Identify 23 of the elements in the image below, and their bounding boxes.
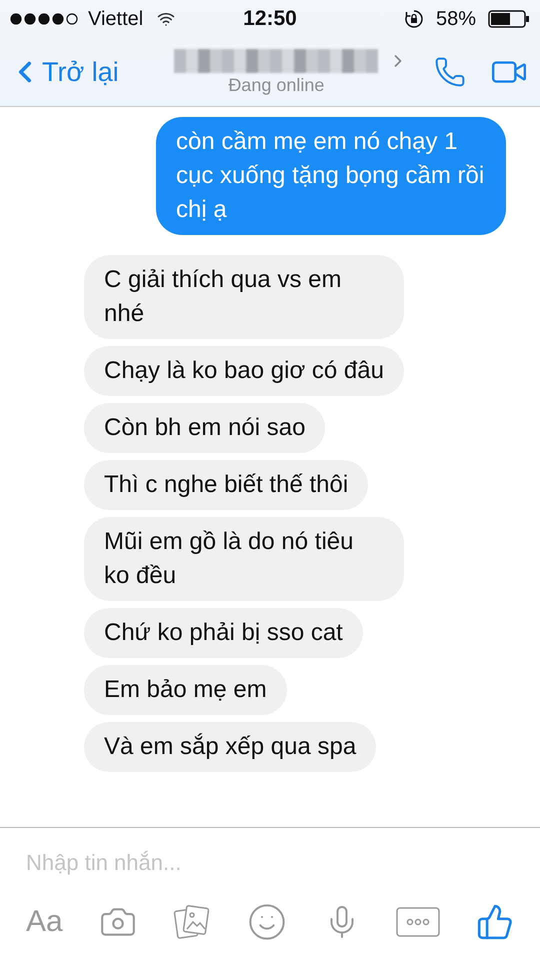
like-button[interactable] <box>476 903 514 941</box>
carrier-name: Viettel <box>88 8 144 30</box>
received-message: Còn bh em nói sao <box>84 403 326 453</box>
back-link[interactable]: Trở lại <box>8 55 119 89</box>
gallery-button[interactable] <box>173 903 212 941</box>
more-button[interactable] <box>396 907 440 937</box>
wifi-icon <box>157 10 176 28</box>
received-message: Chạy là ko bao giơ có đâu <box>84 346 404 396</box>
sent-message: còn cầm mẹ em nó chạy 1 cục xuống tặng bọng cầm rồi chị ạ <box>156 117 506 235</box>
emoji-button[interactable] <box>247 902 288 942</box>
battery-percent: 58% <box>436 8 476 30</box>
received-message: Em bảo mẹ em <box>84 665 287 715</box>
clock-time: 12:50 <box>243 7 297 31</box>
received-message: Thì c nghe biết thế thôi <box>84 460 368 510</box>
received-message: Chứ ko phải bị sso cat <box>84 608 363 658</box>
rotation-lock-icon <box>404 9 424 29</box>
battery-icon <box>488 10 530 28</box>
online-status: Đang online <box>228 74 324 96</box>
received-message: C giải thích qua vs em nhé <box>84 255 404 339</box>
received-message: Mũi em gồ là do nó tiêu ko đều <box>84 517 404 601</box>
phone-call-button[interactable] <box>434 56 466 88</box>
received-message: Và em sắp xếp qua spa <box>84 722 376 772</box>
text-format-button[interactable]: Aa <box>26 905 63 939</box>
